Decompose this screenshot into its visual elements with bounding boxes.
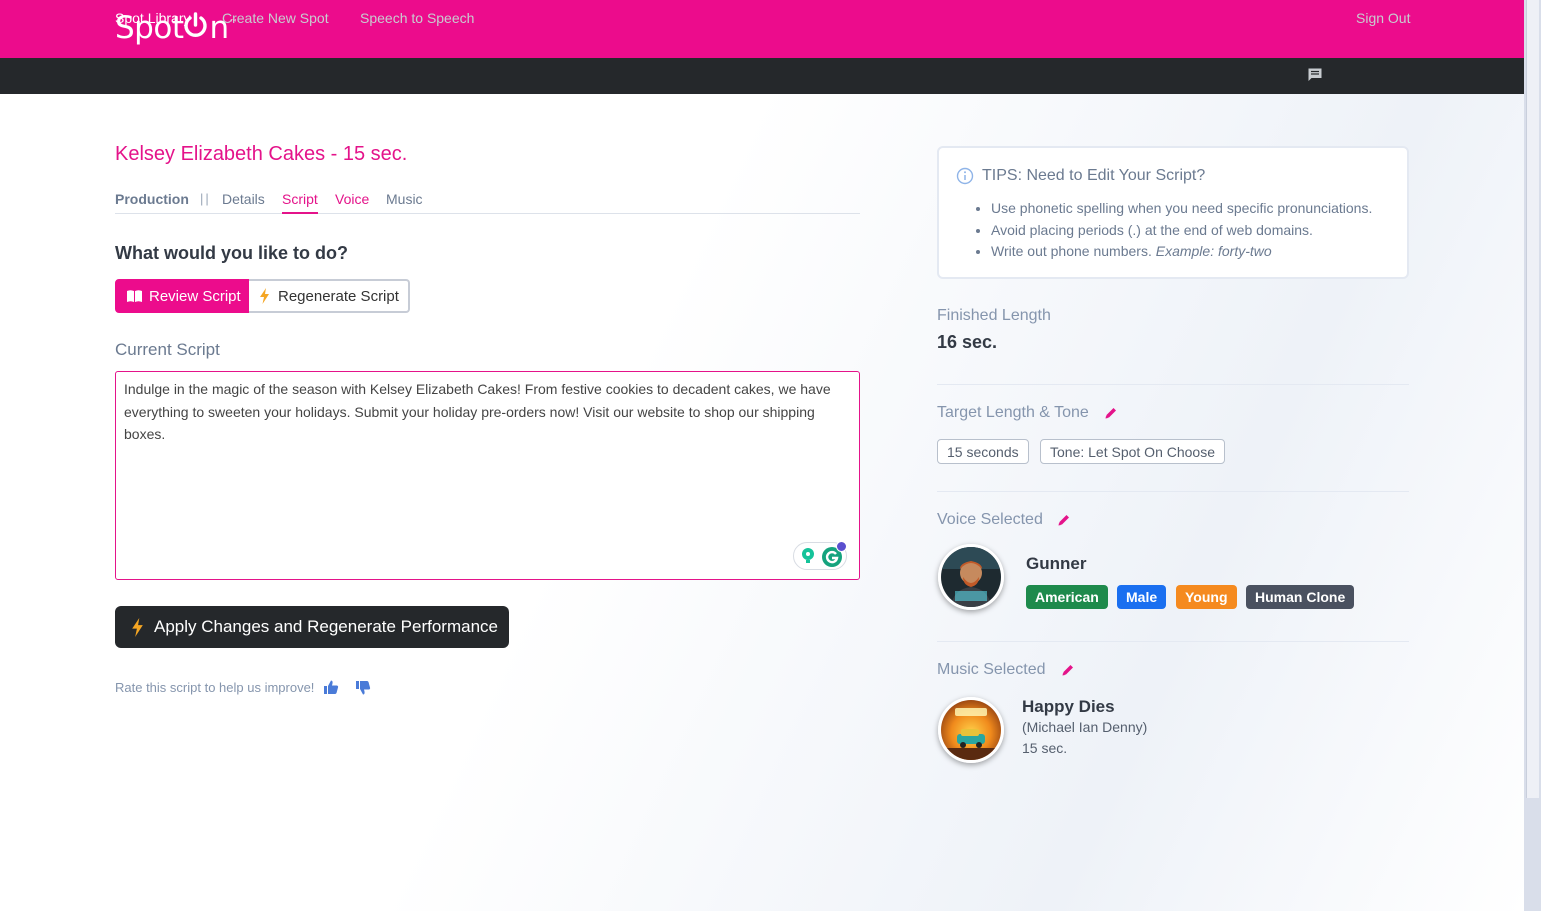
tips-list: Use phonetic spelling when you need spec… [991, 198, 1372, 263]
lightbulb-icon [802, 548, 814, 563]
music-selected-label: Music Selected [937, 661, 1046, 678]
chat-icon[interactable] [1307, 67, 1323, 83]
current-script-label: Current Script [115, 340, 220, 359]
review-script-label: Review Script [149, 287, 241, 305]
action-question: What would you like to do? [115, 243, 348, 263]
music-length: 15 sec. [1022, 740, 1068, 756]
tip-item: Write out phone numbers. Example: forty-… [991, 241, 1372, 263]
main-nav [0, 58, 1524, 94]
grammarly-count-badge [836, 541, 847, 552]
divider [937, 491, 1409, 492]
tip-item: Use phonetic spelling when you need spec… [991, 198, 1372, 220]
tab-voice[interactable]: Voice [335, 191, 369, 207]
review-script-button[interactable]: Review Script [115, 279, 249, 313]
voice-selected-label: Voice Selected [937, 511, 1043, 528]
voice-avatar [938, 544, 1004, 610]
nav-speech-to-speech[interactable]: Speech to Speech [360, 10, 474, 26]
tip-item: Avoid placing periods (.) at the end of … [991, 220, 1372, 242]
finished-length-value: 16 sec. [937, 332, 998, 352]
grammarly-widget[interactable] [793, 541, 847, 570]
tab-music[interactable]: Music [386, 191, 423, 207]
tab-script[interactable]: Script [282, 191, 318, 207]
tab-details[interactable]: Details [222, 191, 265, 207]
badge-young: Young [1176, 585, 1237, 609]
music-name: Happy Dies [1022, 697, 1115, 716]
badge-male: Male [1117, 585, 1167, 609]
scrollbar-thumb[interactable] [1526, 0, 1539, 798]
target-length-pill: 15 seconds [937, 439, 1029, 464]
music-artist: (Michael Ian Denny) [1022, 719, 1148, 735]
divider [937, 384, 1409, 385]
tone-pill: Tone: Let Spot On Choose [1040, 439, 1225, 464]
edit-target-icon[interactable] [1104, 406, 1118, 420]
badge-american: American [1026, 585, 1108, 609]
script-textarea[interactable]: Indulge in the magic of the season with … [115, 371, 860, 580]
info-icon [956, 167, 974, 185]
tips-title: TIPS: Need to Edit Your Script? [982, 167, 1206, 184]
tips-card: TIPS: Need to Edit Your Script? Use phon… [937, 146, 1409, 279]
lightning-icon [260, 288, 269, 304]
tab-production: Production [115, 191, 189, 207]
regenerate-script-label: Regenerate Script [278, 287, 399, 305]
apply-changes-button[interactable]: Apply Changes and Regenerate Performance [115, 606, 509, 648]
edit-music-icon[interactable] [1061, 663, 1075, 677]
edit-voice-icon[interactable] [1057, 513, 1071, 527]
voice-name: Gunner [1026, 554, 1087, 573]
finished-length-label: Finished Length [937, 307, 1051, 324]
production-tabs: Production || Details Script Voice Music [115, 190, 860, 214]
thumbs-up-icon[interactable] [323, 679, 339, 695]
regenerate-script-button[interactable]: Regenerate Script [249, 279, 410, 313]
music-avatar [938, 697, 1004, 763]
divider [937, 641, 1409, 642]
badge-human-clone: Human Clone [1246, 585, 1355, 609]
lightning-icon [132, 617, 143, 637]
tab-active-underline [282, 212, 318, 214]
nav-spot-library[interactable]: Spot Library [115, 10, 190, 26]
page-title: Kelsey Elizabeth Cakes - 15 sec. [115, 143, 408, 165]
nav-create-new-spot[interactable]: Create New Spot [222, 10, 329, 26]
book-icon [127, 290, 142, 302]
nav-sign-out[interactable]: Sign Out [1356, 10, 1410, 26]
target-length-label: Target Length & Tone [937, 404, 1089, 421]
script-action-toggle: Review Script Regenerate Script [115, 279, 410, 313]
thumbs-down-icon[interactable] [355, 680, 371, 696]
tab-separator: || [200, 191, 211, 206]
rate-script-text: Rate this script to help us improve! [115, 680, 315, 695]
apply-changes-label: Apply Changes and Regenerate Performance [154, 617, 498, 636]
